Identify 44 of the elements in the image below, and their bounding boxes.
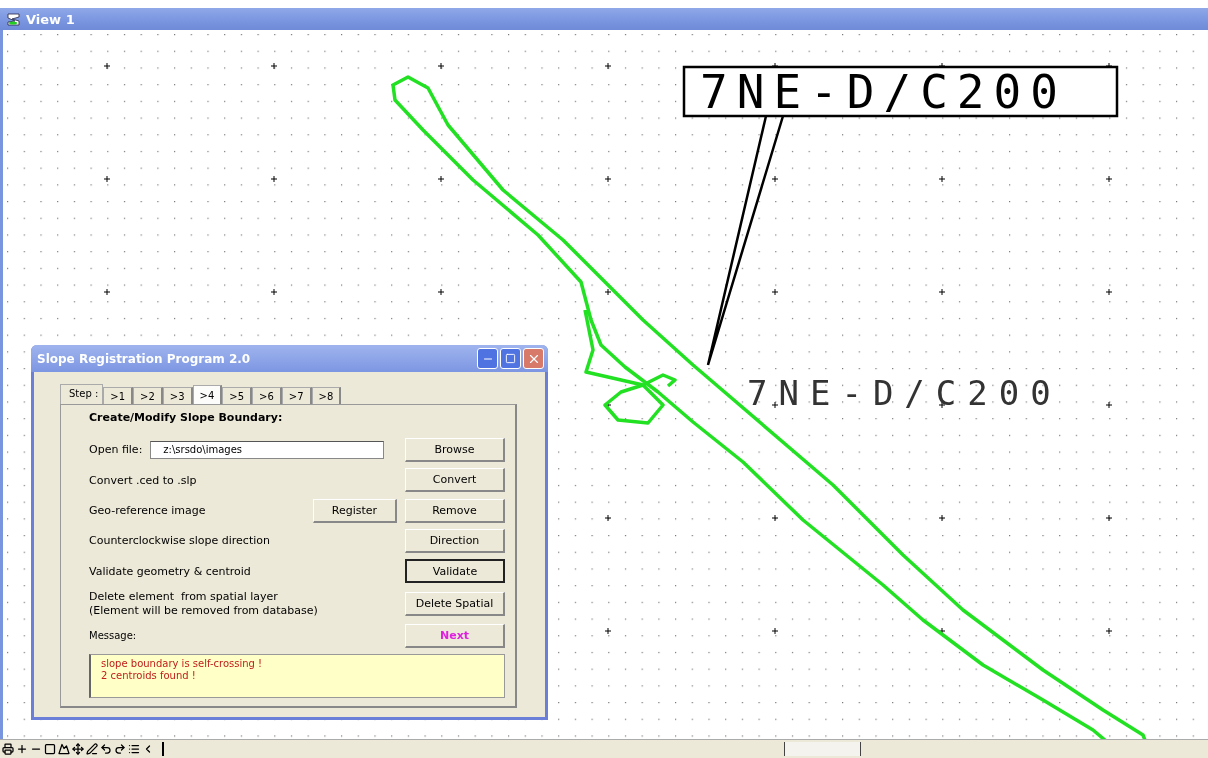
move-icon[interactable] <box>72 743 84 755</box>
row-label: Delete element from spatial layer (Element will be removed from database) <box>89 589 319 618</box>
mountain-icon[interactable] <box>58 743 70 755</box>
step-tab[interactable]: >1 <box>103 387 134 404</box>
action-button[interactable]: Convert <box>405 468 505 493</box>
message-text: 2 centroids found ! <box>101 669 197 682</box>
row-label: Validate geometry & centroid <box>89 564 252 578</box>
maximize-icon <box>505 353 516 364</box>
minimize-button[interactable] <box>477 348 498 369</box>
step-tab[interactable]: >5 <box>222 387 253 404</box>
action-button[interactable]: Validate <box>405 559 505 584</box>
row-label: Geo-reference image <box>89 504 207 518</box>
close-button[interactable] <box>523 348 544 369</box>
path-field[interactable]: z:\srsdo\images <box>150 440 385 459</box>
rectangle-icon[interactable] <box>44 743 56 755</box>
action-button[interactable]: Register <box>313 498 397 523</box>
step-tab[interactable]: >4 <box>192 385 223 405</box>
step-tab[interactable]: >7 <box>281 387 312 404</box>
row-label: Convert .ced to .slp <box>89 473 198 487</box>
plus-icon[interactable] <box>16 743 28 755</box>
step-tab[interactable]: >6 <box>252 387 282 404</box>
action-button[interactable]: Browse <box>405 437 505 462</box>
slope-label: 7NE-D/C200 <box>747 373 1062 413</box>
printer-icon[interactable] <box>2 743 14 755</box>
redo-icon[interactable] <box>114 743 126 755</box>
undo-icon[interactable] <box>100 743 112 755</box>
section-heading: Create/Modify Slope Boundary: <box>89 411 284 424</box>
list-icon[interactable] <box>128 743 140 755</box>
window-title: View 1 <box>26 11 75 27</box>
callout-label: 7NE-D/C200 <box>682 65 1119 119</box>
message-label: Message: <box>89 630 138 642</box>
step-tab[interactable]: >8 <box>311 387 342 404</box>
maximize-button[interactable] <box>500 348 521 369</box>
app-logo-icon <box>6 11 22 27</box>
dialog-title: Slope Registration Program 2.0 <box>37 351 251 366</box>
pen-icon[interactable] <box>86 743 98 755</box>
row-label: Counterclockwise slope direction <box>89 534 271 548</box>
action-button[interactable]: Remove <box>405 498 505 523</box>
message-text: slope boundary is self-crossing ! <box>101 657 264 670</box>
action-button[interactable]: Direction <box>405 528 505 553</box>
field-label: Open file: <box>89 443 143 457</box>
step-tab[interactable]: >2 <box>133 387 163 404</box>
step-tab[interactable]: >3 <box>162 387 193 404</box>
action-button[interactable]: Delete Spatial <box>405 591 505 616</box>
